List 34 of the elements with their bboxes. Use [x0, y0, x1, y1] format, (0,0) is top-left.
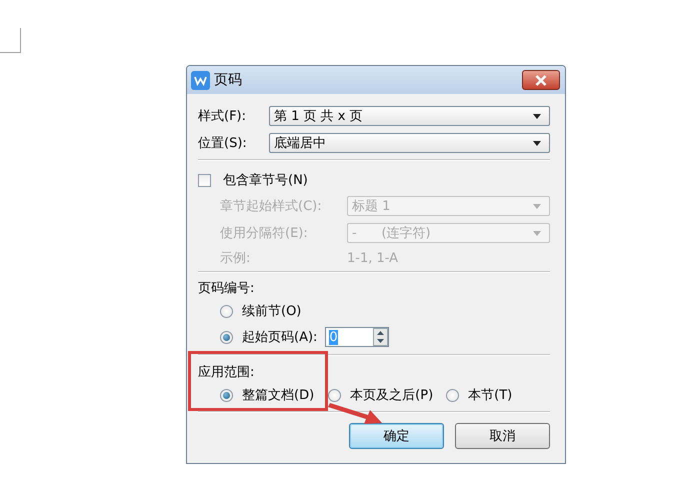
close-icon — [535, 74, 547, 86]
cancel-button[interactable]: 取消 — [455, 423, 550, 449]
radio-button[interactable] — [328, 388, 342, 402]
dropdown-arrow-icon — [533, 204, 541, 208]
field-label: 示例: — [220, 250, 252, 267]
radio-button[interactable] — [220, 388, 233, 402]
radio-label[interactable]: 整篇文档(D) — [242, 386, 314, 404]
close-button[interactable] — [522, 70, 560, 90]
radio-button[interactable] — [220, 330, 233, 344]
dropdown[interactable]: 底端居中 — [269, 133, 550, 153]
dropdown-arrow-icon — [533, 140, 541, 146]
dropdown[interactable]: 第 1 页 共 x 页 — [269, 106, 550, 126]
window-title: 页码 — [214, 71, 243, 89]
field-label: 位置(S): — [198, 135, 248, 152]
spinner-arrows-icon — [373, 328, 388, 346]
app-logo-icon — [191, 70, 210, 90]
radio-label[interactable]: 续前节(O) — [242, 302, 302, 320]
checkbox-label[interactable]: 包含章节号(N) — [223, 171, 308, 189]
example-text: 1-1, 1-A — [347, 250, 398, 266]
field-label: 章节起始样式(C): — [220, 198, 323, 215]
radio-label[interactable]: 起始页码(A): — [242, 328, 318, 346]
radio-label[interactable]: 本页及之后(P) — [350, 386, 434, 404]
field-label: 样式(F): — [198, 108, 248, 125]
section-heading: 页码编号: — [198, 280, 254, 297]
radio-button[interactable] — [446, 388, 460, 402]
ok-button[interactable]: 确定 — [349, 423, 444, 449]
page-corner-mark — [0, 28, 22, 54]
dropdown-arrow-icon — [533, 230, 541, 236]
dropdown-arrow-icon — [533, 114, 541, 118]
field-label: 使用分隔符(E): — [220, 225, 309, 242]
checkbox[interactable] — [198, 174, 211, 186]
radio-button[interactable] — [220, 304, 233, 318]
radio-label[interactable]: 本节(T) — [468, 386, 512, 404]
section-heading: 应用范围: — [198, 364, 254, 381]
